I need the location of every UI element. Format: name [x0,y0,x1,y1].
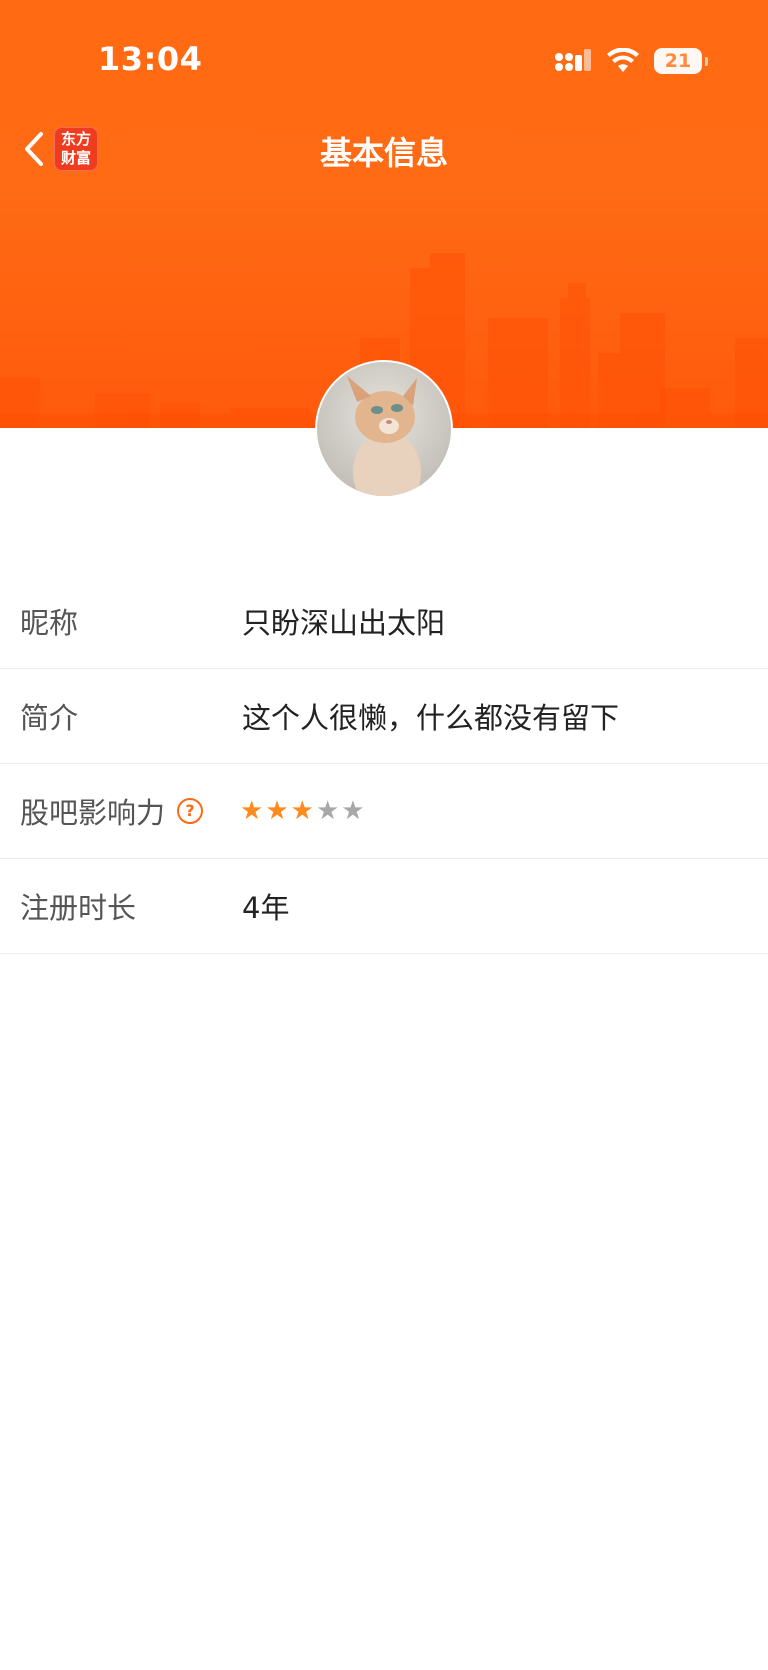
page-title: 基本信息 [319,134,448,172]
star-filled-icon: ★ [265,796,289,826]
nickname-value: 只盼深山出太阳 [242,606,446,640]
question-circle-icon[interactable]: ? [177,798,204,824]
nickname-row: 昵称 只盼深山出太阳 [0,574,768,669]
nickname-label: 昵称 [20,606,79,640]
bio-label: 简介 [20,701,79,735]
profile-info-list: 昵称 只盼深山出太阳 简介 这个人很懒，什么都没有留下 股吧影响力 ? ★ ★ ★ ★… [0,574,768,954]
star-empty-icon: ★ [341,796,365,826]
registration-row: 注册时长 4年 [0,859,768,954]
registration-label: 注册时长 [20,891,137,925]
influence-label-group: 股吧影响力 ? [20,790,204,832]
app-logo[interactable]: 东方 财富 [54,127,98,171]
bio-row: 简介 这个人很懒，什么都没有留下 [0,669,768,764]
star-filled-icon: ★ [240,796,264,826]
wifi-icon [607,48,639,72]
battery-level: 21 [664,50,692,72]
influence-rating: ★ ★ ★ ★ ★ [240,798,365,824]
logo-text-line2: 财富 [60,149,91,167]
bio-value: 这个人很懒，什么都没有留下 [242,701,620,735]
back-button[interactable] [14,126,54,172]
status-time: 13:04 [98,40,203,78]
star-empty-icon: ★ [315,796,340,826]
logo-text-line1: 东方 [60,130,91,148]
profile-screen: 13:04 21 东方 财富 基本信息 昵称 只盼深山出太阳 简介 这个人很懒，… [0,0,768,1670]
avatar[interactable] [317,362,451,496]
cellular-signal-icon [555,49,591,71]
avatar-cat-image [317,362,451,496]
battery-icon: 21 [654,48,708,74]
influence-row: 股吧影响力 ? ★ ★ ★ ★ ★ [0,764,768,859]
star-filled-icon: ★ [290,796,314,826]
registration-value: 4年 [242,891,290,925]
chevron-left-icon [25,132,43,166]
influence-label: 股吧影响力 [20,796,166,830]
status-icons: 21 [554,46,708,76]
